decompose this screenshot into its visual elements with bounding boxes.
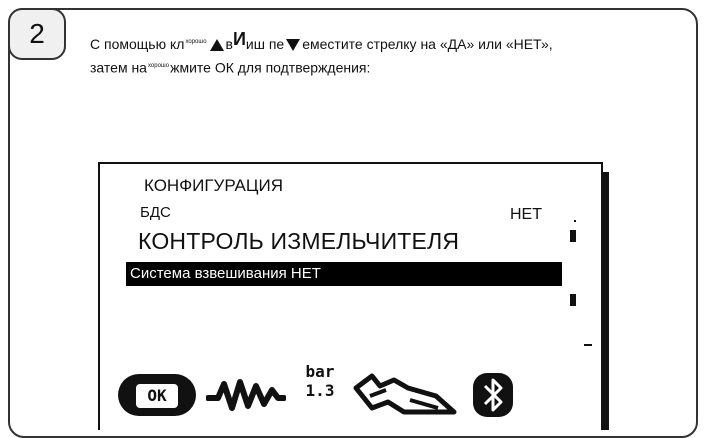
up-arrow-icon — [209, 39, 224, 52]
pressure-bar-icon: bar 1.3 — [298, 362, 342, 400]
lcd-title: КОНФИГУРАЦИЯ — [144, 176, 283, 195]
instruction-text-part: затем на — [90, 59, 147, 76]
instruction-text-part: в — [225, 36, 233, 52]
lcd-display: КОНФИГУРАЦИЯ БДС НЕТ КОНТРОЛЬ ИЗМЕЛЬЧИТЕ… — [98, 162, 603, 430]
scroll-indicator — [570, 230, 576, 242]
instruction-text: С помощью клхорошо вИиш пе еместите стрелк… — [90, 28, 680, 79]
ok-button-icon[interactable]: OK — [118, 374, 196, 416]
bluetooth-icon — [473, 373, 513, 417]
instruction-text-part: С помощью кл — [90, 36, 185, 52]
instruction-text-part: жмите ОК для подтверждения: — [170, 59, 371, 76]
instruction-line-2: затем нахорошожмите ОК для подтверждения… — [90, 55, 680, 79]
tractor-icon — [353, 373, 457, 415]
ok-label: OK — [136, 384, 178, 408]
pressure-value: 1.3 — [305, 381, 335, 400]
lcd-bds-value: НЕТ — [510, 206, 542, 223]
instruction-text-part: иш пе — [245, 36, 285, 52]
step-number-badge: 2 — [8, 8, 66, 60]
wave-icon — [206, 379, 286, 411]
instruction-text-part: еместите стрелку на «ДА» или «НЕТ», — [302, 36, 553, 52]
scroll-indicator — [570, 294, 576, 306]
pressure-unit: bar — [305, 362, 335, 381]
lcd-menu-item-chopper-control[interactable]: КОНТРОЛЬ ИЗМЕЛЬЧИТЕЛЯ — [138, 228, 459, 255]
lcd-bds-label: БДС — [140, 204, 171, 221]
scroll-indicator — [584, 344, 592, 346]
instruction-small-word: хорошо — [147, 63, 170, 69]
down-arrow-icon — [286, 39, 301, 52]
lcd-menu-item-weighing-system[interactable]: Система взвешивания НЕТ — [126, 262, 562, 286]
scroll-dot — [574, 220, 576, 222]
lcd-icon-row: OK bar 1.3 — [118, 354, 558, 424]
instruction-big-letter: И — [232, 29, 246, 49]
instruction-small-word: хорошо — [185, 39, 207, 46]
instruction-line-1: С помощью клхорошо вИиш пе еместите стрелк… — [90, 28, 680, 55]
